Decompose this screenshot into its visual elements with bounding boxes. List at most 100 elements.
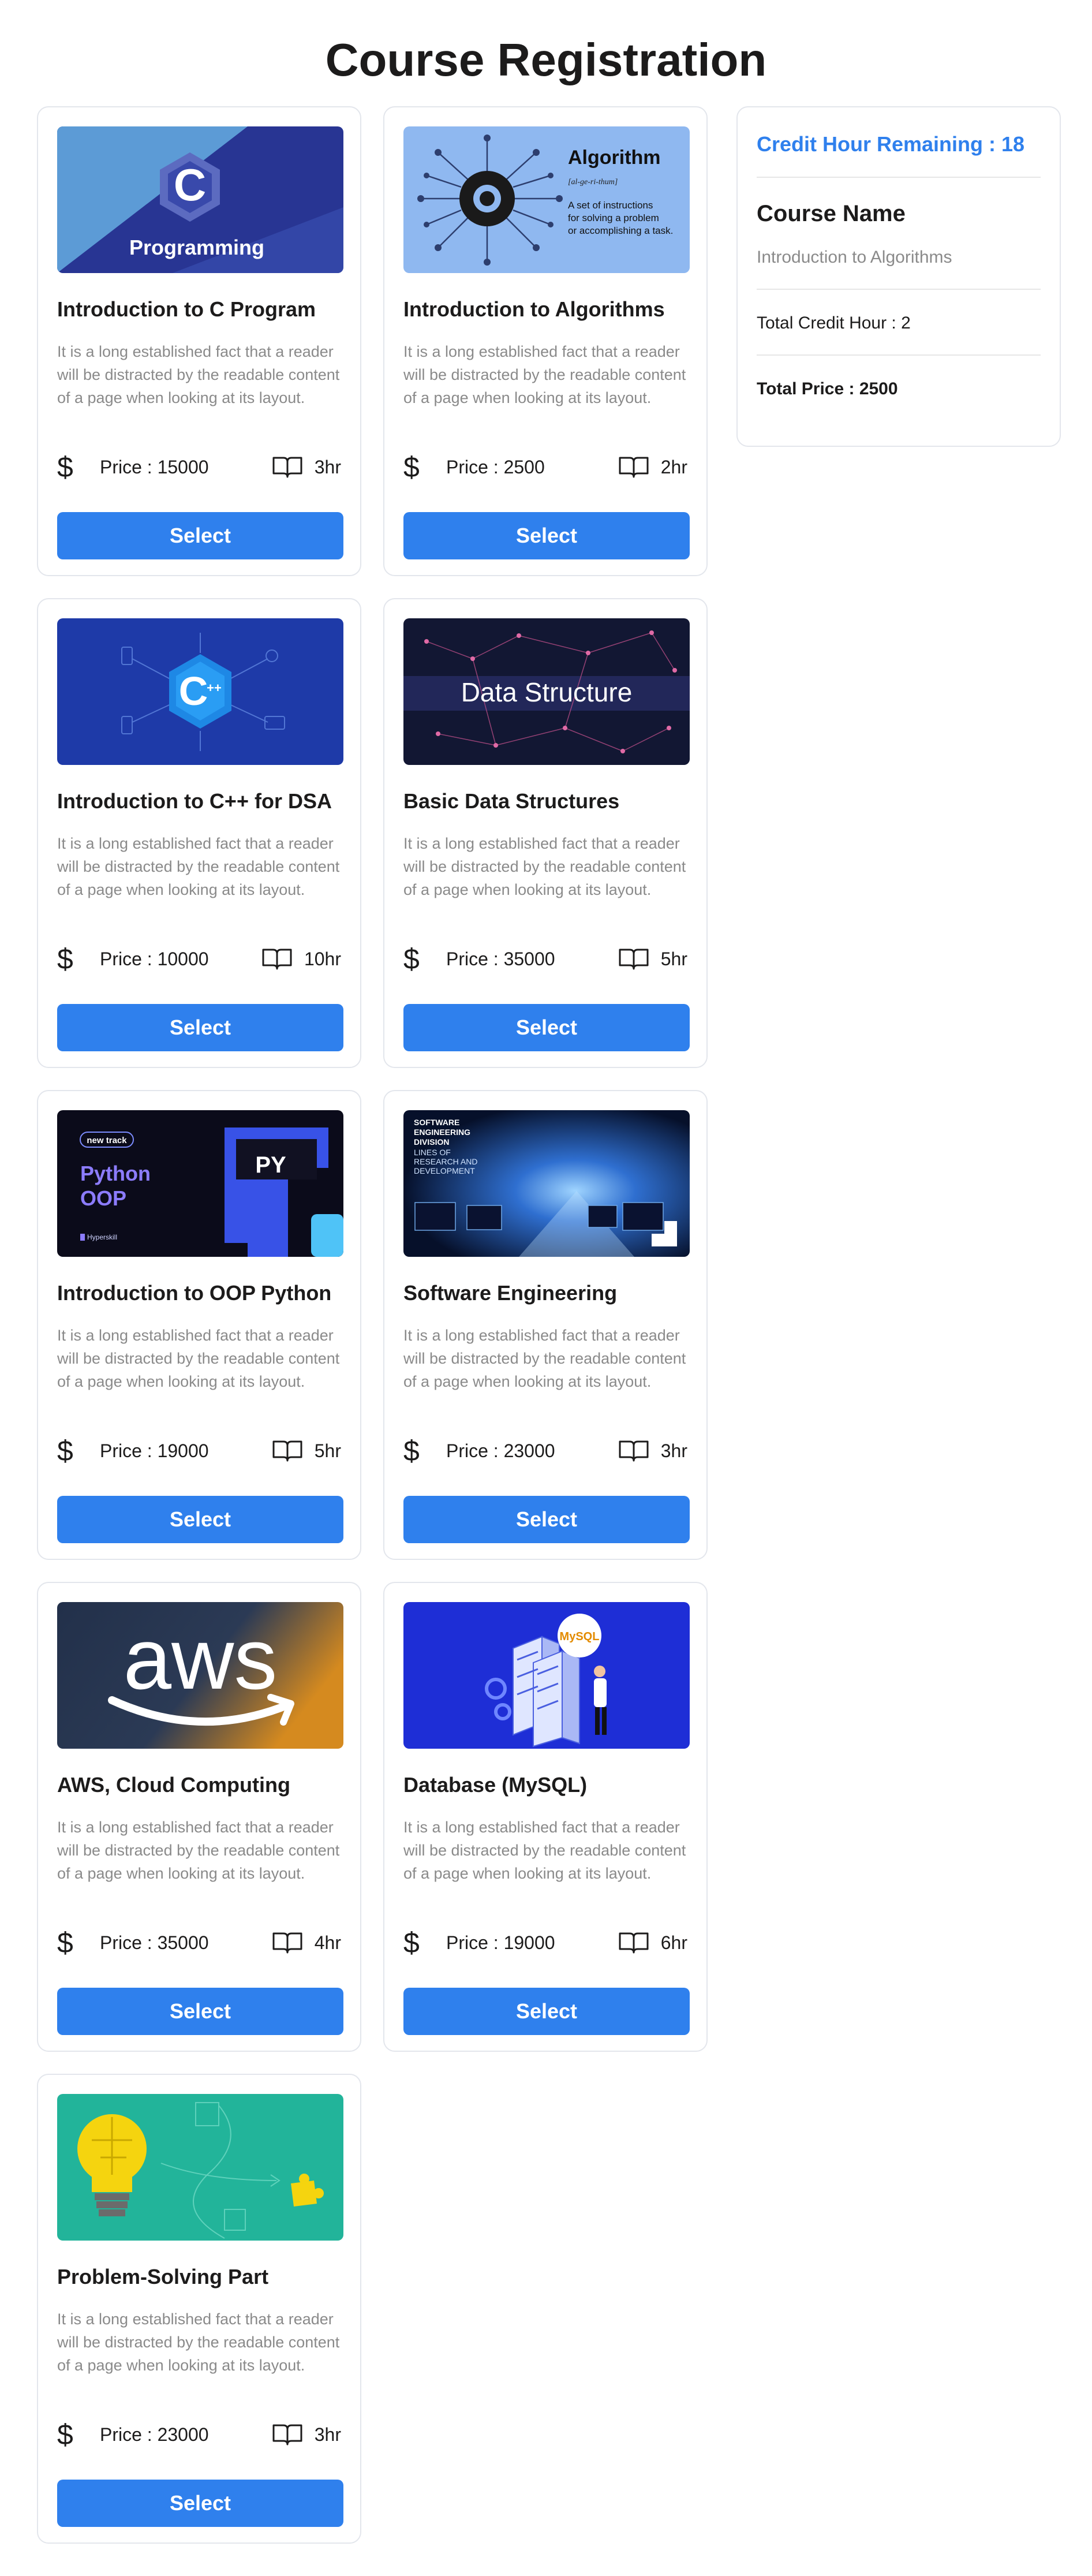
svg-text:PY: PY bbox=[255, 1152, 286, 1178]
book-icon bbox=[619, 1932, 649, 1954]
total-credit-hour: Total Credit Hour : 2 bbox=[757, 313, 911, 333]
course-name-heading: Course Name bbox=[757, 201, 906, 226]
course-title: AWS, Cloud Computing bbox=[57, 1773, 290, 1797]
book-icon bbox=[619, 457, 649, 478]
course-description: It is a long established fact that a rea… bbox=[403, 1819, 686, 1882]
course-meta: $ Price : 23000 3hr bbox=[57, 2417, 341, 2452]
course-card: C Programming Introduction to C Program … bbox=[37, 106, 361, 576]
svg-text:aws: aws bbox=[124, 1610, 278, 1707]
course-meta: $ Price : 35000 4hr bbox=[57, 1925, 341, 1960]
course-description: It is a long established fact that a rea… bbox=[57, 1327, 340, 1390]
course-meta: $ Price : 15000 3hr bbox=[57, 450, 341, 484]
aws-logo-icon: aws bbox=[57, 1602, 343, 1749]
svg-text:C: C bbox=[174, 159, 206, 210]
network-icon: Data Structure bbox=[403, 618, 690, 765]
course-card: aws AWS, Cloud Computing It is a long es… bbox=[37, 1582, 361, 2052]
select-button[interactable]: Select bbox=[403, 512, 690, 559]
course-hours: 4hr bbox=[314, 1932, 341, 1953]
course-hours: 3hr bbox=[314, 2424, 341, 2445]
course-description: It is a long established fact that a rea… bbox=[403, 1327, 686, 1390]
course-meta: $ Price : 19000 6hr bbox=[403, 1925, 687, 1960]
svg-text:Algorithm: Algorithm bbox=[568, 147, 661, 169]
course-thumbnail bbox=[57, 2094, 343, 2241]
svg-text:MySQL: MySQL bbox=[560, 1630, 600, 1643]
course-thumbnail: Algorithm [al-ge-ri-thum] A set of instr… bbox=[403, 126, 690, 273]
svg-text:A set of instructions: A set of instructions bbox=[568, 200, 653, 211]
dollar-icon: $ bbox=[57, 451, 73, 483]
course-price: Price : 35000 bbox=[446, 948, 555, 969]
course-description: It is a long established fact that a rea… bbox=[57, 835, 340, 898]
page-title: Course Registration bbox=[325, 34, 767, 85]
python-icon: PY new track Python OOP Hyperskill bbox=[57, 1110, 343, 1257]
svg-text:RESEARCH AND: RESEARCH AND bbox=[414, 1157, 477, 1166]
dollar-icon: $ bbox=[403, 943, 420, 975]
course-title: Software Engineering bbox=[403, 1281, 618, 1305]
svg-text:Python: Python bbox=[80, 1162, 151, 1185]
cart-panel: Credit Hour Remaining : 18 Course Name I… bbox=[736, 106, 1061, 447]
c-logo-icon: C Programming bbox=[57, 126, 343, 273]
course-thumbnail: Data Structure bbox=[403, 618, 690, 765]
course-meta: $ Price : 35000 5hr bbox=[403, 942, 687, 976]
course-title: Introduction to C++ for DSA bbox=[57, 789, 332, 813]
select-button[interactable]: Select bbox=[57, 1988, 343, 2035]
select-button[interactable]: Select bbox=[403, 1988, 690, 2035]
course-description: It is a long established fact that a rea… bbox=[57, 1819, 340, 1882]
credit-remaining: Credit Hour Remaining : 18 bbox=[757, 132, 1025, 156]
course-thumbnail: C ++ bbox=[57, 618, 343, 765]
dollar-icon: $ bbox=[403, 1435, 420, 1467]
select-button[interactable]: Select bbox=[57, 1496, 343, 1543]
book-icon bbox=[619, 1440, 649, 1462]
svg-text:Programming: Programming bbox=[129, 236, 264, 259]
dollar-icon: $ bbox=[57, 1927, 73, 1959]
course-hours: 3hr bbox=[314, 456, 341, 477]
select-button[interactable]: Select bbox=[57, 2480, 343, 2527]
book-icon bbox=[272, 1932, 302, 1954]
lightbulb-puzzle-icon bbox=[57, 2094, 343, 2241]
divider bbox=[757, 177, 1041, 178]
course-price: Price : 19000 bbox=[100, 1440, 209, 1461]
course-title: Problem-Solving Part bbox=[57, 2265, 269, 2288]
course-hours: 10hr bbox=[304, 948, 341, 969]
dollar-icon: $ bbox=[57, 1435, 73, 1467]
course-price: Price : 15000 bbox=[100, 456, 209, 477]
course-title: Database (MySQL) bbox=[403, 1773, 588, 1797]
cpp-logo-icon: C ++ bbox=[57, 618, 343, 765]
svg-text:[al-ge-ri-thum]: [al-ge-ri-thum] bbox=[568, 178, 618, 186]
dollar-icon: $ bbox=[57, 943, 73, 975]
course-price: Price : 23000 bbox=[446, 1440, 555, 1461]
course-grid: C Programming Introduction to C Program … bbox=[37, 106, 708, 2544]
course-price: Price : 10000 bbox=[100, 948, 209, 969]
course-card: SOFTWARE ENGINEERING DIVISION LINES OF R… bbox=[383, 1090, 708, 1560]
select-button[interactable]: Select bbox=[57, 512, 343, 559]
svg-text:OOP: OOP bbox=[80, 1186, 126, 1210]
course-thumbnail: PY new track Python OOP Hyperskill bbox=[57, 1110, 343, 1257]
course-price: Price : 23000 bbox=[100, 2424, 209, 2445]
select-button[interactable]: Select bbox=[403, 1496, 690, 1543]
course-card: Problem-Solving Part It is a long establ… bbox=[37, 2074, 361, 2544]
course-hours: 5hr bbox=[314, 1440, 341, 1461]
course-meta: $ Price : 23000 3hr bbox=[403, 1433, 687, 1468]
select-button[interactable]: Select bbox=[57, 1004, 343, 1051]
dollar-icon: $ bbox=[57, 2418, 73, 2451]
course-card: MySQL Database (MySQL) It is a long esta… bbox=[383, 1582, 708, 2052]
dollar-icon: $ bbox=[403, 451, 420, 483]
svg-text:SOFTWARE: SOFTWARE bbox=[414, 1118, 459, 1127]
course-card: PY new track Python OOP Hyperskill Intro… bbox=[37, 1090, 361, 1560]
svg-text:or accomplishing a task.: or accomplishing a task. bbox=[568, 225, 673, 236]
svg-text:ENGINEERING: ENGINEERING bbox=[414, 1128, 470, 1137]
course-meta: $ Price : 19000 5hr bbox=[57, 1433, 341, 1468]
course-hours: 5hr bbox=[660, 948, 687, 969]
course-hours: 3hr bbox=[660, 1440, 687, 1461]
circuit-gear-icon: Algorithm [al-ge-ri-thum] A set of instr… bbox=[403, 126, 690, 273]
svg-text:Hyperskill: Hyperskill bbox=[87, 1233, 117, 1241]
book-icon bbox=[272, 2424, 302, 2446]
course-thumbnail: aws bbox=[57, 1602, 343, 1749]
book-icon bbox=[619, 949, 649, 970]
select-button[interactable]: Select bbox=[403, 1004, 690, 1051]
book-icon bbox=[272, 457, 302, 478]
divider bbox=[757, 354, 1041, 356]
svg-text:C: C bbox=[179, 669, 208, 714]
server-icon: MySQL bbox=[403, 1602, 690, 1749]
svg-text:DEVELOPMENT: DEVELOPMENT bbox=[414, 1166, 475, 1175]
svg-text:Data Structure: Data Structure bbox=[461, 677, 633, 707]
